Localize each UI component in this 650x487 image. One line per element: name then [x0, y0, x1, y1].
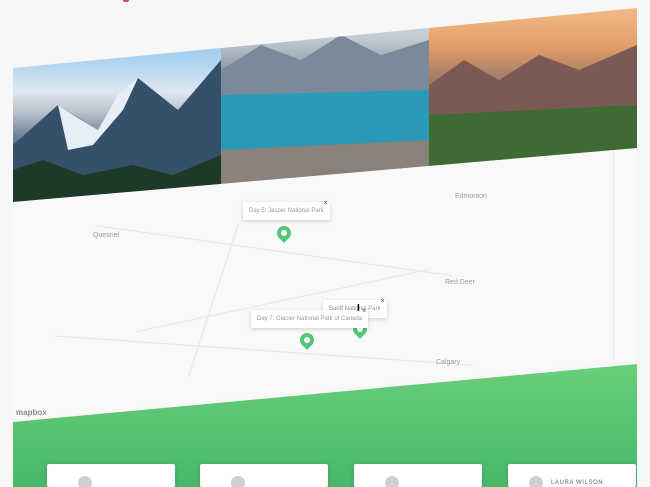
map-popup-jasper: Day 5: Jasper National Park ×	[243, 200, 330, 220]
reviews-carousel[interactable]: LAURA WILSON	[13, 464, 637, 487]
tour-page: Edmonton Red Deer Calgary Quesnel Day 5:…	[13, 0, 637, 487]
avatar	[78, 476, 92, 487]
review-card[interactable]	[354, 464, 482, 487]
mapbox-logo[interactable]: mapbox	[16, 408, 47, 417]
review-card[interactable]: LAURA WILSON	[508, 464, 636, 487]
map-popup-text: Day 7: Glacier National Park of Canada	[257, 316, 363, 322]
review-card[interactable]	[200, 464, 328, 487]
map-road	[188, 223, 239, 377]
close-icon[interactable]: ×	[362, 308, 366, 315]
review-user-name: LAURA WILSON	[551, 480, 604, 486]
header-accent-dot	[123, 0, 129, 2]
avatar	[231, 476, 245, 487]
map-road	[94, 224, 452, 277]
map-road	[53, 335, 473, 366]
map-border	[613, 150, 614, 360]
close-icon[interactable]: ×	[381, 298, 385, 305]
avatar	[385, 476, 399, 487]
avatar	[529, 476, 543, 487]
map-popup-glacier: Day 7: Glacier National Park of Canada ×	[251, 308, 369, 328]
map-city-label: Red Deer	[445, 279, 475, 286]
map-marker-icon[interactable]	[297, 330, 317, 350]
review-card[interactable]	[47, 464, 175, 487]
text-cursor-icon: I	[357, 303, 360, 314]
map-marker-icon[interactable]	[274, 223, 294, 243]
map-city-label: Calgary	[436, 359, 461, 366]
map-city-label: Edmonton	[455, 193, 487, 200]
map-popup-text: Day 5: Jasper National Park	[249, 208, 324, 214]
close-icon[interactable]: ×	[324, 200, 328, 207]
map-city-label: Quesnel	[93, 232, 120, 239]
